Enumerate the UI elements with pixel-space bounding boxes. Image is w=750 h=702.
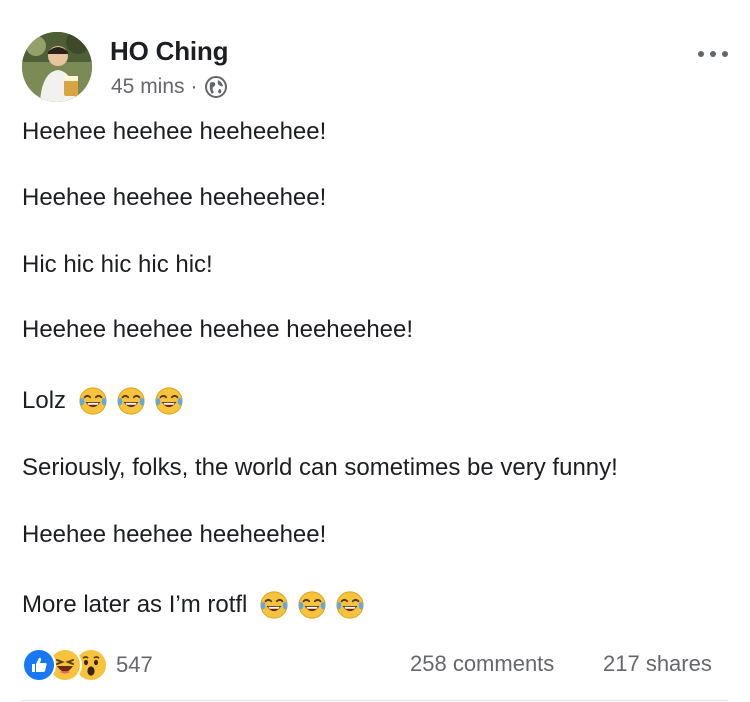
- post-line-5-text: Lolz: [22, 387, 67, 414]
- post-line-6: Seriously, folks, the world can sometime…: [22, 454, 618, 481]
- author-name[interactable]: HO Ching: [110, 36, 228, 67]
- post-line-3: Hic hic hic hic hic!: [22, 251, 213, 278]
- post-timestamp[interactable]: 45 mins: [111, 75, 185, 99]
- author-avatar[interactable]: [22, 32, 92, 102]
- face-with-tears-of-joy-emoji: [116, 386, 146, 416]
- footer-divider: [22, 700, 728, 701]
- post-line-5: Lolz: [22, 386, 184, 416]
- post-line-4: Heehee heehee heehee heeheehee!: [22, 316, 414, 343]
- post-line-8-text: More later as I’m rotfl: [22, 591, 248, 618]
- face-with-tears-of-joy-emoji: [78, 386, 108, 416]
- shares-count-link[interactable]: 217 shares: [603, 651, 712, 677]
- post-line-7: Heehee heehee heeheehee!: [22, 521, 327, 548]
- face-with-tears-of-joy-emoji: [297, 590, 327, 620]
- post-meta: 45 mins ·: [111, 73, 228, 101]
- comments-count-link[interactable]: 258 comments: [410, 651, 554, 677]
- post-line-2: Heehee heehee heeheehee!: [22, 184, 327, 211]
- post-line-1: Heehee heehee heeheehee!: [22, 118, 327, 145]
- face-with-tears-of-joy-emoji: [335, 590, 365, 620]
- facebook-post: HO Ching 45 mins · Heehee heehee heeheeh…: [0, 0, 750, 702]
- post-line-8: More later as I’m rotfl: [22, 590, 365, 620]
- face-with-tears-of-joy-emoji: [154, 386, 184, 416]
- more-options-icon[interactable]: [698, 44, 728, 64]
- reaction-count: 547: [116, 652, 153, 677]
- globe-icon[interactable]: [204, 75, 228, 99]
- like-reaction-icon: [22, 648, 56, 682]
- face-with-tears-of-joy-emoji: [259, 590, 289, 620]
- meta-separator: ·: [190, 75, 198, 98]
- reactions-summary[interactable]: 547: [22, 648, 153, 682]
